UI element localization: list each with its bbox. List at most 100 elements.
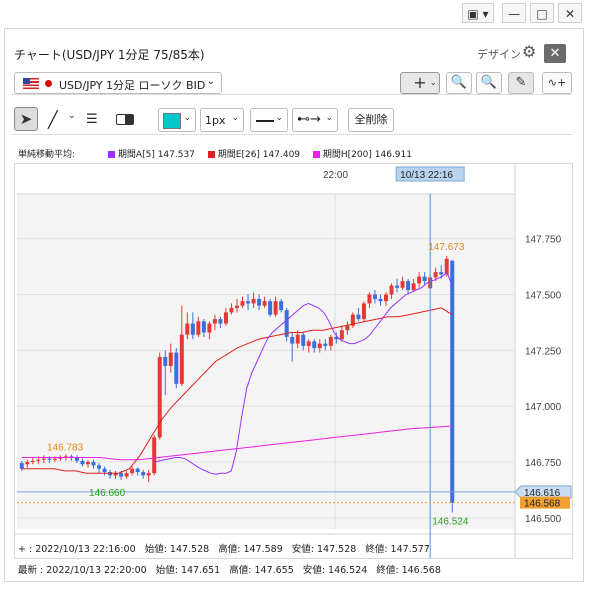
line-width-select[interactable]: 1px ⌄ bbox=[200, 108, 244, 132]
candle-body bbox=[201, 321, 206, 333]
indicator-add-icon: ∿+ bbox=[547, 76, 567, 89]
zoom-in-button[interactable]: 🔍 bbox=[446, 72, 472, 94]
candle-body bbox=[229, 307, 234, 313]
candle-body bbox=[152, 437, 157, 474]
latest-open: 始値: 147.651 bbox=[155, 565, 221, 576]
high-annotation: 147.673 bbox=[428, 242, 465, 253]
candle-body bbox=[273, 301, 278, 315]
indicator-button[interactable]: ∿+ bbox=[542, 72, 572, 94]
candle-body bbox=[312, 341, 317, 349]
candle-body bbox=[30, 460, 35, 462]
ma-legend: 単純移動平均: 期間A[5] 147.537 期間E[26] 147.409 期… bbox=[18, 147, 422, 160]
latest-time: 最新 : 2022/10/13 22:20:00 bbox=[18, 565, 147, 576]
color-swatch bbox=[163, 113, 181, 129]
candle-body bbox=[395, 285, 400, 288]
restore-button[interactable]: □ bbox=[530, 3, 554, 23]
left-high-annotation: 146.783 bbox=[47, 443, 84, 454]
channel-tool-button[interactable]: ☰ bbox=[86, 108, 110, 130]
candle-body bbox=[262, 301, 267, 306]
candle-body bbox=[102, 468, 107, 473]
candle-body bbox=[185, 323, 190, 335]
zoom-out-button[interactable]: 🔍 bbox=[476, 72, 502, 94]
cursor-time-label: 10/13 22:16 bbox=[400, 170, 453, 181]
ma-e-label: 期間E[26] 147.409 bbox=[217, 150, 301, 160]
cursor-high: 高値: 147.589 bbox=[218, 544, 283, 555]
last-price-label: 146.568 bbox=[524, 499, 561, 510]
zoom-out-icon: 🔍 bbox=[480, 75, 498, 90]
window-menu-icon: ▣ ▾ bbox=[467, 7, 489, 21]
candle-body bbox=[235, 305, 239, 308]
candle-body bbox=[119, 473, 124, 477]
eraser-tool-button[interactable] bbox=[116, 108, 140, 130]
y-tick-label: 146.750 bbox=[525, 458, 562, 469]
panel-close-button[interactable]: ✕ bbox=[544, 44, 566, 63]
ma-legend-item-e: 期間E[26] 147.409 bbox=[207, 150, 301, 160]
candle-body bbox=[279, 301, 284, 311]
close-icon: ✕ bbox=[564, 7, 576, 21]
close-button[interactable]: ✕ bbox=[558, 3, 582, 23]
candle-body bbox=[433, 272, 438, 278]
low-annotation: 146.524 bbox=[432, 516, 469, 527]
candlestick-chart[interactable]: 147.750 147.500 147.250 147.000 146.750 146.5… bbox=[15, 164, 572, 558]
candle-body bbox=[367, 294, 372, 304]
latest-low: 安値: 146.524 bbox=[302, 565, 368, 576]
candle-body bbox=[306, 341, 311, 346]
candle-body bbox=[108, 472, 113, 476]
latest-high: 高値: 147.655 bbox=[229, 565, 294, 576]
cursor-ohlc-info: + : 2022/10/13 22:16:00 始値: 147.528 高値: … bbox=[18, 541, 436, 555]
cursor-close: 終値: 147.577 bbox=[365, 544, 430, 555]
cursor-time: + : 2022/10/13 22:16:00 bbox=[18, 544, 136, 555]
candle-body bbox=[179, 334, 184, 384]
clear-all-button[interactable]: 全削除 bbox=[348, 108, 394, 132]
ma-legend-item-a: 期間A[5] 147.537 bbox=[107, 150, 195, 160]
candle-body bbox=[36, 459, 41, 461]
candle-body bbox=[378, 298, 383, 302]
solid-line-icon bbox=[256, 120, 274, 122]
line-style-select[interactable]: ⌄ bbox=[250, 108, 288, 132]
ma-a-label: 期間A[5] 147.537 bbox=[117, 150, 195, 160]
candle-body bbox=[439, 272, 444, 275]
candle-body bbox=[295, 334, 300, 344]
chart-divider bbox=[12, 134, 572, 135]
candle-body bbox=[301, 334, 306, 346]
chevron-down-icon: ⌄ bbox=[206, 76, 215, 87]
chart-area[interactable]: 147.750 147.500 147.250 147.000 146.750 146.5… bbox=[14, 163, 573, 559]
window-menu-button[interactable]: ▣ ▾ bbox=[462, 3, 494, 23]
candle-body bbox=[47, 458, 52, 460]
candle-body bbox=[323, 343, 328, 346]
eraser-icon bbox=[116, 114, 134, 125]
candle-body bbox=[356, 314, 361, 320]
symbol-label: USD/JPY 1分足 ローソク BID bbox=[59, 79, 206, 92]
line-end-select[interactable]: ⊷→ ⌄ bbox=[292, 108, 338, 132]
candle-body bbox=[85, 462, 90, 465]
settings-gear-icon[interactable]: ⚙ bbox=[522, 43, 540, 61]
candle-body bbox=[422, 276, 427, 282]
candle-body bbox=[361, 303, 366, 320]
candle-body bbox=[25, 462, 30, 465]
y-tick-label: 147.500 bbox=[525, 291, 562, 302]
select-tool-button[interactable]: ➤ bbox=[14, 107, 38, 131]
candle-body bbox=[52, 458, 57, 460]
pen-icon: ✎ bbox=[515, 75, 527, 90]
zoom-in-icon: 🔍 bbox=[450, 75, 468, 90]
line-width-value: 1px bbox=[205, 114, 226, 127]
symbol-select[interactable]: USD/JPY 1分足 ローソク BID ⌄ bbox=[14, 72, 222, 94]
minimize-button[interactable]: — bbox=[502, 3, 526, 23]
cursor-open: 始値: 147.528 bbox=[144, 544, 210, 555]
color-select[interactable]: ⌄ bbox=[158, 108, 196, 132]
design-label[interactable]: デザイン bbox=[477, 46, 521, 62]
chevron-down-icon: ⌄ bbox=[231, 113, 239, 123]
y-tick-label: 146.500 bbox=[525, 514, 562, 525]
draw-pen-button[interactable]: ✎ bbox=[508, 72, 534, 94]
candle-body bbox=[450, 260, 455, 503]
line-tool-button[interactable]: ╱ ⌄ bbox=[44, 107, 80, 131]
candle-body bbox=[268, 301, 273, 315]
candle-body bbox=[328, 336, 333, 346]
crosshair-button[interactable]: + ⌄ bbox=[400, 72, 440, 94]
window-title: チャート(USD/JPY 1分足 75/85本) bbox=[14, 48, 205, 62]
candle-body bbox=[74, 457, 79, 461]
candle-body bbox=[417, 276, 422, 284]
left-low-annotation: 146.660 bbox=[89, 488, 126, 499]
candle-body bbox=[141, 472, 146, 476]
ma-legend-label: 単純移動平均: bbox=[18, 150, 76, 160]
